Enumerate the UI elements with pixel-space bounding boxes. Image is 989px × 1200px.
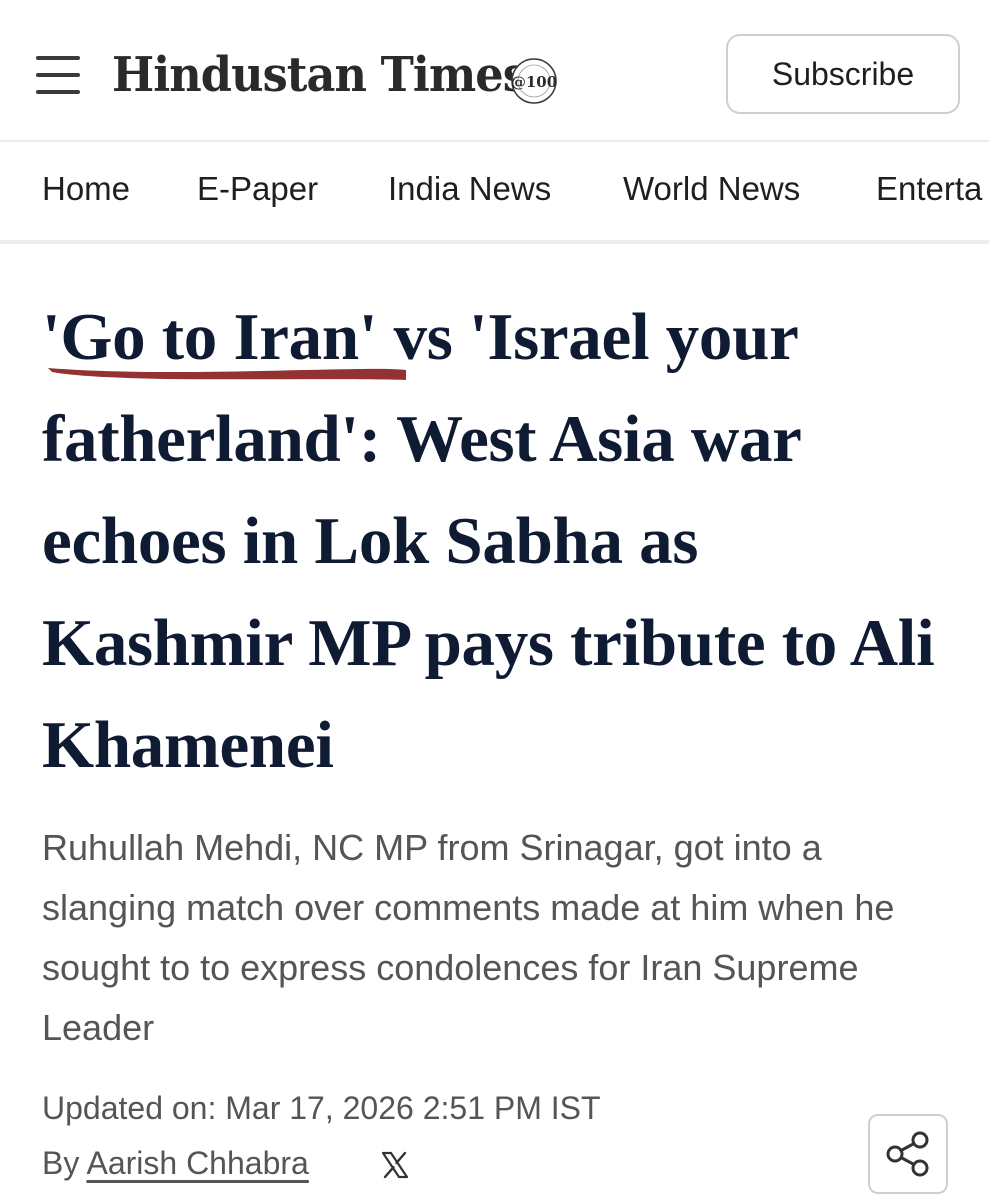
by-label: By	[42, 1145, 80, 1181]
byline: By Aarish Chhabra	[42, 1145, 309, 1182]
x-logo-icon[interactable]	[380, 1150, 410, 1180]
article-page: Hindustan Times @100 Subscribe Home E-Pa…	[0, 0, 989, 1200]
logo-text: Hindustan Times	[112, 47, 528, 103]
nav-item-epaper[interactable]: E-Paper	[197, 170, 318, 208]
share-icon	[886, 1131, 929, 1177]
main-nav: Home E-Paper India News World News Enter…	[0, 142, 989, 244]
share-button[interactable]	[868, 1114, 948, 1194]
nav-item-home[interactable]: Home	[42, 170, 130, 208]
hamburger-menu-icon[interactable]	[36, 56, 80, 96]
subscribe-button[interactable]: Subscribe	[726, 34, 960, 114]
updated-timestamp: Updated on: Mar 17, 2026 2:51 PM IST	[42, 1090, 601, 1126]
site-header: Hindustan Times @100 Subscribe	[0, 0, 989, 142]
nav-item-world-news[interactable]: World News	[623, 170, 800, 208]
article-headline: 'Go to Iran' vs 'Israel your fatherland'…	[42, 300, 935, 782]
nav-item-india-news[interactable]: India News	[388, 170, 551, 208]
article-summary: Ruhullah Mehdi, NC MP from Srinagar, got…	[42, 827, 895, 1048]
author-link[interactable]: Aarish Chhabra	[86, 1145, 308, 1181]
nav-item-entertainment[interactable]: Enterta	[876, 170, 982, 208]
svg-text:@100: @100	[511, 73, 557, 91]
site-logo[interactable]: Hindustan Times @100	[112, 40, 558, 110]
centenary-badge-icon: @100	[511, 58, 557, 104]
